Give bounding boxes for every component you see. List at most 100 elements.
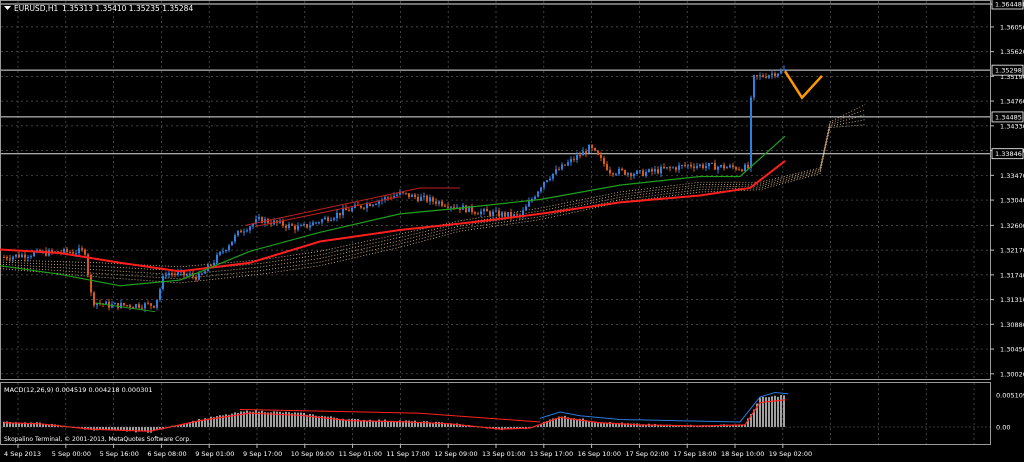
candle-body <box>648 169 650 173</box>
candle-body <box>549 178 551 181</box>
candle-body <box>369 203 371 206</box>
candle-body <box>165 275 167 277</box>
candle-body <box>288 224 290 228</box>
candle-body <box>114 303 116 305</box>
price-pane[interactable] <box>0 0 991 380</box>
candle-body <box>435 201 437 204</box>
candle-body <box>66 248 68 252</box>
candle-body <box>333 218 335 220</box>
candle-body <box>552 173 554 179</box>
time-tick-label: 18 Sep 10:00 <box>721 450 764 458</box>
candle-body <box>441 201 443 206</box>
candle-body <box>750 97 752 169</box>
candle-body <box>783 69 785 71</box>
price-tick-label: 1.30450 <box>1000 346 1024 354</box>
price-axis[interactable]: 1.364481.360501.356201.351901.347601.343… <box>990 0 1024 378</box>
candle-body <box>453 206 455 208</box>
candle-body <box>723 164 725 169</box>
candle-body <box>423 195 425 197</box>
candle-body <box>585 151 587 154</box>
candle-body <box>177 272 179 275</box>
price-label-value: 1.34485 <box>995 113 1022 121</box>
macd-label: MACD(12,26,9) 0.004519 0.004218 0.000301 <box>4 386 153 394</box>
candle-body <box>396 194 398 196</box>
candle-body <box>309 225 311 228</box>
candle-body <box>543 181 545 188</box>
price-tick-label: 1.33040 <box>1000 197 1024 205</box>
candle-body <box>633 174 635 177</box>
candle-body <box>150 303 152 306</box>
candle-body <box>243 231 245 233</box>
price-tick-label: 1.36050 <box>1000 23 1024 31</box>
price-tick-label: 1.34330 <box>1000 122 1024 130</box>
candle-body <box>291 224 293 226</box>
candle-body <box>159 289 161 300</box>
trading-chart[interactable]: EURUSD,H1 1.35313 1.35410 1.35235 1.3528… <box>0 0 1024 462</box>
candle-body <box>30 256 32 258</box>
candle-body <box>561 164 563 170</box>
candle-body <box>726 167 728 169</box>
candle-body <box>579 155 581 157</box>
candle-body <box>438 201 440 204</box>
candle-body <box>621 168 623 171</box>
candle-body <box>711 162 713 164</box>
candle-body <box>444 205 446 207</box>
candle-body <box>15 254 17 257</box>
time-tick-label: 17 Sep 18:00 <box>673 450 716 458</box>
candle-body <box>537 191 539 197</box>
candle-body <box>246 230 248 232</box>
candle-body <box>195 276 197 280</box>
candle-body <box>240 230 242 233</box>
candle-body <box>678 165 680 170</box>
candle-body <box>153 305 155 308</box>
candle-body <box>213 262 215 266</box>
candle-body <box>654 169 656 172</box>
time-axis[interactable]: 4 Sep 2013 5 Sep 00:00 5 Sep 16:00 6 Sep 08… <box>4 444 812 458</box>
candle-body <box>342 208 344 216</box>
price-label-value: 1.33846 <box>995 150 1022 158</box>
candle-body <box>675 167 677 170</box>
candle-body <box>597 150 599 155</box>
candle-body <box>234 235 236 242</box>
candle-body <box>510 212 512 217</box>
candle-body <box>375 203 377 205</box>
candle-body <box>759 75 761 77</box>
candle-body <box>78 248 80 254</box>
time-tick-label: 16 Sep 10:00 <box>578 450 621 458</box>
chart-header[interactable]: EURUSD,H1 1.35313 1.35410 1.35235 1.3528… <box>4 4 193 13</box>
candle-body <box>90 274 92 293</box>
candle-body <box>300 225 302 227</box>
candle-body <box>315 222 317 224</box>
price-tick-label: 1.32600 <box>1000 222 1024 230</box>
candle-body <box>63 248 65 253</box>
candle-body <box>75 253 77 255</box>
candle-body <box>129 305 131 307</box>
candle-body <box>603 157 605 165</box>
candle-body <box>450 206 452 208</box>
candle-body <box>216 254 218 263</box>
candle-body <box>570 159 572 163</box>
candle-body <box>660 167 662 174</box>
candle-body <box>351 207 353 212</box>
candle-body <box>105 301 107 305</box>
time-tick-label: 11 Sep 01:00 <box>339 450 382 458</box>
time-tick-label: 9 Sep 17:00 <box>243 450 282 458</box>
candle-body <box>345 208 347 211</box>
price-tick-label: 1.31310 <box>1000 296 1024 304</box>
time-tick-label: 4 Sep 2013 <box>4 450 41 458</box>
price-tick-label: 1.35620 <box>1000 48 1024 56</box>
candle-body <box>474 212 476 214</box>
candle-body <box>324 217 326 220</box>
candle-body <box>408 193 410 198</box>
candle-body <box>123 302 125 306</box>
ohlc-values: 1.35313 1.35410 1.35235 1.35284 <box>62 4 193 13</box>
candle-body <box>492 211 494 216</box>
candle-body <box>168 273 170 276</box>
candle-body <box>651 169 653 172</box>
candle-body <box>363 207 365 209</box>
macd-axis: 0.005109 0.00 <box>996 392 1024 432</box>
candle-body <box>84 249 86 255</box>
candle-body <box>705 166 707 168</box>
candle-body <box>744 164 746 172</box>
candle-body <box>693 166 695 168</box>
